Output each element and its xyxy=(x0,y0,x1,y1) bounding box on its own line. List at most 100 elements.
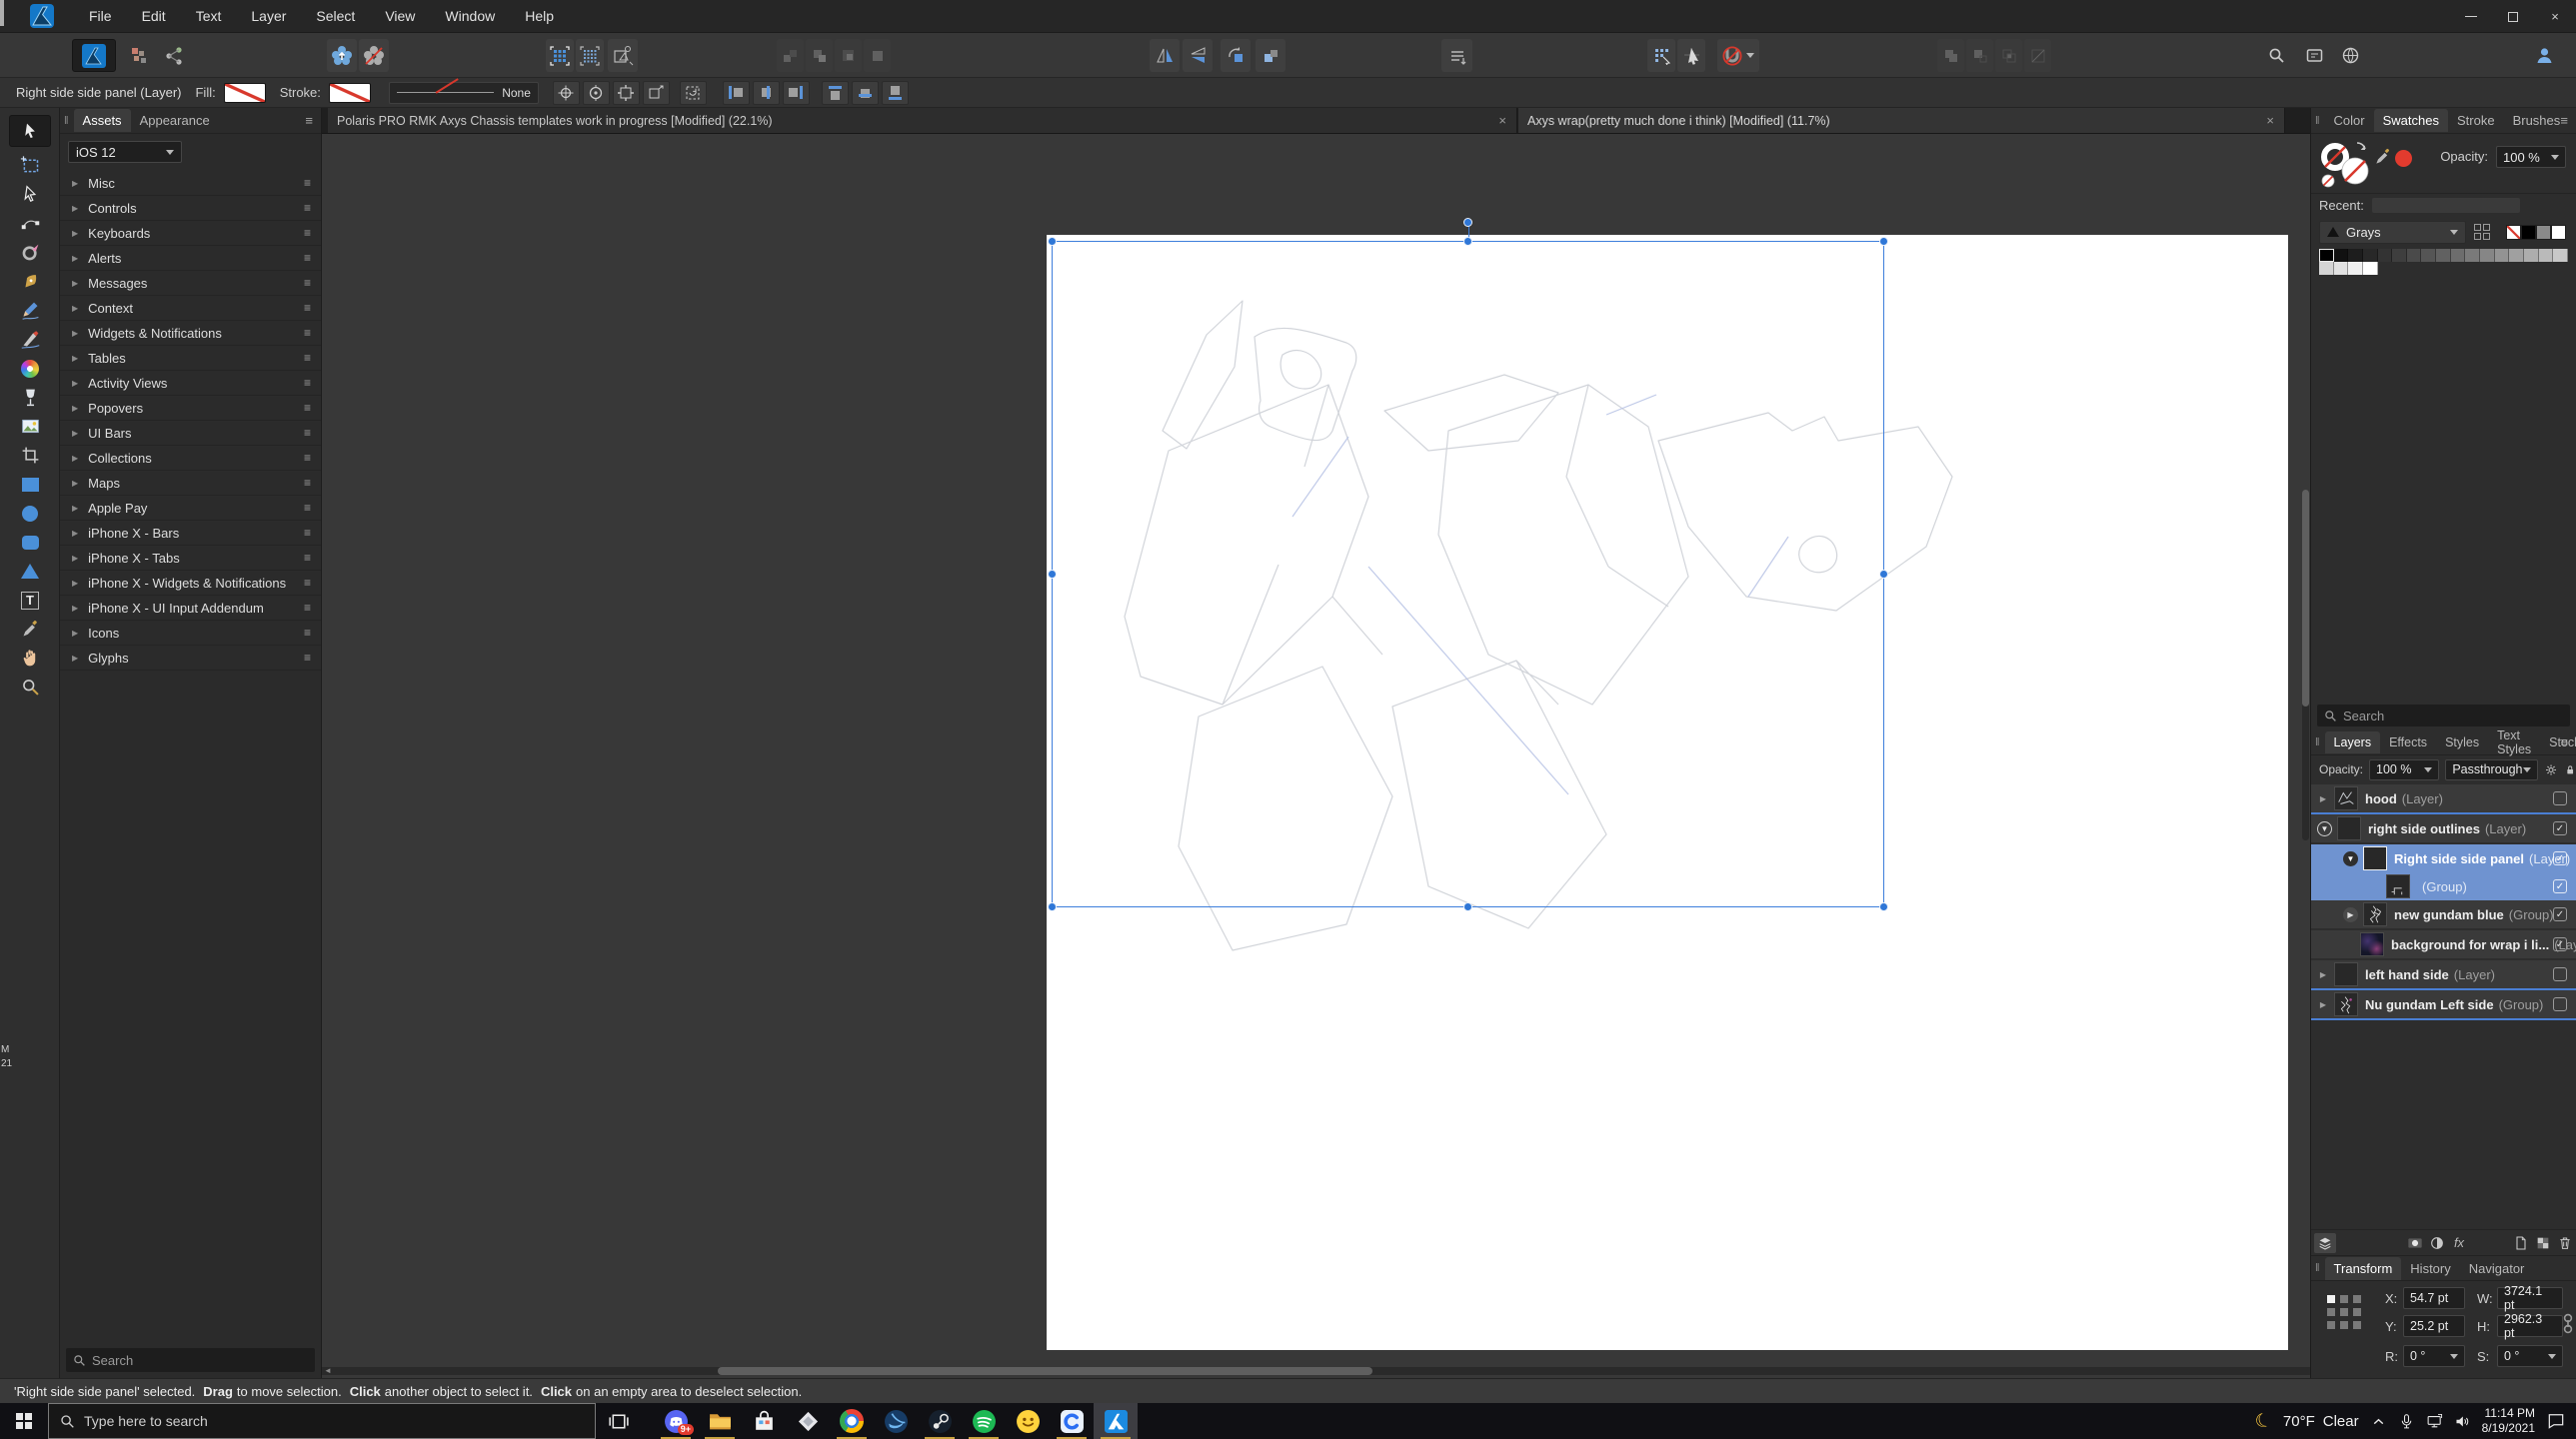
pencil-tool[interactable] xyxy=(0,296,60,325)
smiley-app-taskbar-icon[interactable] xyxy=(1006,1403,1050,1439)
row-menu-icon[interactable]: ≡ xyxy=(304,376,311,390)
boolean-add-icon[interactable] xyxy=(1937,39,1964,72)
scroll-left-arrow-icon[interactable]: ◄ xyxy=(324,1367,332,1375)
selection-bounding-box[interactable] xyxy=(1048,218,1888,911)
rounded-rect-tool[interactable] xyxy=(0,528,60,557)
row-menu-icon[interactable]: ≡ xyxy=(304,401,311,415)
chevron-right-icon[interactable]: ▶ xyxy=(72,554,78,563)
menu-item-window[interactable]: Window xyxy=(432,4,508,28)
search-icon[interactable] xyxy=(2261,39,2291,72)
menu-item-layer[interactable]: Layer xyxy=(238,4,299,28)
resize-handle-middle-right[interactable] xyxy=(1879,570,1888,579)
asset-category-iphone-x-ui-input-addendum[interactable]: ▶ iPhone X - UI Input Addendum ≡ xyxy=(60,596,321,621)
contour-tool[interactable] xyxy=(0,238,60,267)
menu-item-text[interactable]: Text xyxy=(183,4,235,28)
layer-visibility-checkbox[interactable] xyxy=(2553,967,2567,981)
asset-category-context[interactable]: ▶ Context ≡ xyxy=(60,296,321,321)
assets-search-input[interactable]: Search xyxy=(66,1348,315,1372)
chevron-right-icon[interactable]: ▶ xyxy=(72,504,78,513)
s-dropdown[interactable]: 0 ° xyxy=(2497,1345,2563,1367)
row-menu-icon[interactable]: ≡ xyxy=(304,201,311,215)
close-button[interactable]: × xyxy=(2534,0,2576,33)
layer-expand-icon[interactable]: ▶ xyxy=(2315,794,2331,803)
asset-category-dropdown[interactable]: iOS 12 xyxy=(68,141,182,163)
transform-objects-icon[interactable] xyxy=(608,39,638,72)
gray-swatch[interactable] xyxy=(2348,262,2364,275)
tab-assets[interactable]: Assets xyxy=(73,109,131,132)
start-button[interactable] xyxy=(0,1403,48,1439)
add-swatch-icon[interactable] xyxy=(2474,224,2490,240)
chevron-right-icon[interactable]: ▶ xyxy=(72,529,78,538)
chevron-right-icon[interactable]: ▶ xyxy=(72,579,78,588)
snapping-presets-icon[interactable] xyxy=(1647,39,1675,72)
stroke-color-chip[interactable] xyxy=(328,82,371,103)
clipchamp-taskbar-icon[interactable] xyxy=(1050,1403,1094,1439)
gray-swatch[interactable] xyxy=(2406,249,2422,262)
discord-taskbar-icon[interactable]: 9+ xyxy=(654,1403,698,1439)
panel-grip-icon[interactable]: ‖ xyxy=(64,115,68,127)
row-menu-icon[interactable]: ≡ xyxy=(304,576,311,590)
quick-swatch[interactable] xyxy=(2536,224,2551,240)
asset-category-alerts[interactable]: ▶ Alerts ≡ xyxy=(60,246,321,271)
r-dropdown[interactable]: 0 ° xyxy=(2403,1345,2465,1367)
hide-selection-handles-icon[interactable] xyxy=(642,80,670,105)
row-menu-icon[interactable]: ≡ xyxy=(304,426,311,440)
menu-item-edit[interactable]: Edit xyxy=(129,4,179,28)
steam-taskbar-icon[interactable] xyxy=(918,1403,962,1439)
chevron-right-icon[interactable]: ▶ xyxy=(72,254,78,263)
select-all-grid-icon[interactable] xyxy=(546,39,574,72)
eyedropper-tool[interactable] xyxy=(0,615,60,644)
insert-inside-icon[interactable] xyxy=(835,39,862,72)
speaker-icon[interactable] xyxy=(2454,1413,2471,1430)
panel-grip-icon[interactable]: ‖ xyxy=(2315,736,2319,748)
hand-tool[interactable] xyxy=(0,644,60,673)
task-view-button[interactable] xyxy=(596,1403,640,1439)
spotify-taskbar-icon[interactable] xyxy=(962,1403,1006,1439)
preview-mode-icon[interactable] xyxy=(2299,39,2329,72)
triangle-tool[interactable] xyxy=(0,557,60,586)
style-clear-icon[interactable] xyxy=(359,39,389,72)
quick-swatch-none[interactable] xyxy=(2506,224,2521,240)
affinity-designer-taskbar-icon[interactable] xyxy=(1094,1403,1138,1439)
layer-visibility-checkbox[interactable] xyxy=(2553,791,2567,805)
gray-swatch[interactable] xyxy=(2450,249,2466,262)
row-menu-icon[interactable]: ≡ xyxy=(304,501,311,515)
close-tab-icon[interactable]: × xyxy=(1498,113,1506,128)
asset-category-activity-views[interactable]: ▶ Activity Views ≡ xyxy=(60,371,321,396)
quick-swatch[interactable] xyxy=(2521,224,2536,240)
tab-layers[interactable]: Layers xyxy=(2324,730,2381,753)
adjustment-layer-icon[interactable] xyxy=(2426,1233,2448,1253)
zoom-tool[interactable] xyxy=(0,673,60,702)
row-menu-icon[interactable]: ≡ xyxy=(304,351,311,365)
layer-visibility-checkbox[interactable]: ✓ xyxy=(2553,907,2567,921)
layer-visibility-checkbox[interactable]: ✓ xyxy=(2553,937,2567,951)
asset-category-messages[interactable]: ▶ Messages ≡ xyxy=(60,271,321,296)
mask-layer-icon[interactable] xyxy=(2404,1233,2426,1253)
gray-swatch[interactable] xyxy=(2509,249,2524,262)
panel-grip-icon[interactable]: ‖ xyxy=(2315,1262,2319,1274)
microsoft-store-taskbar-icon[interactable] xyxy=(742,1403,786,1439)
new-pixel-layer-icon[interactable] xyxy=(2532,1233,2554,1253)
palette-dropdown[interactable]: Grays xyxy=(2319,220,2466,244)
gray-swatch[interactable] xyxy=(2480,249,2495,262)
asset-category-ui-bars[interactable]: ▶ UI Bars ≡ xyxy=(60,421,321,446)
panel-menu-icon[interactable]: ≡ xyxy=(2560,113,2568,128)
row-menu-icon[interactable]: ≡ xyxy=(304,301,311,315)
boolean-divide-icon[interactable] xyxy=(2024,39,2051,72)
align-right-icon[interactable] xyxy=(782,80,810,105)
chevron-right-icon[interactable]: ▶ xyxy=(72,329,78,338)
maximize-button[interactable] xyxy=(2492,0,2534,33)
node-tool[interactable] xyxy=(0,180,60,209)
replace-selection-icon[interactable] xyxy=(864,39,891,72)
ellipse-tool[interactable] xyxy=(0,499,60,528)
vertical-scrollbar-thumb[interactable] xyxy=(2302,490,2309,707)
gray-swatch[interactable] xyxy=(2362,249,2378,262)
vertical-scrollbar[interactable] xyxy=(2302,490,2309,840)
crop-tool[interactable] xyxy=(0,441,60,470)
boolean-intersect-icon[interactable] xyxy=(1995,39,2022,72)
gray-swatch[interactable] xyxy=(2377,249,2393,262)
designer-persona-icon[interactable] xyxy=(72,39,116,72)
boolean-subtract-icon[interactable] xyxy=(1966,39,1993,72)
panel-menu-icon[interactable]: ≡ xyxy=(305,113,313,128)
asset-category-misc[interactable]: ▶ Misc ≡ xyxy=(60,171,321,196)
